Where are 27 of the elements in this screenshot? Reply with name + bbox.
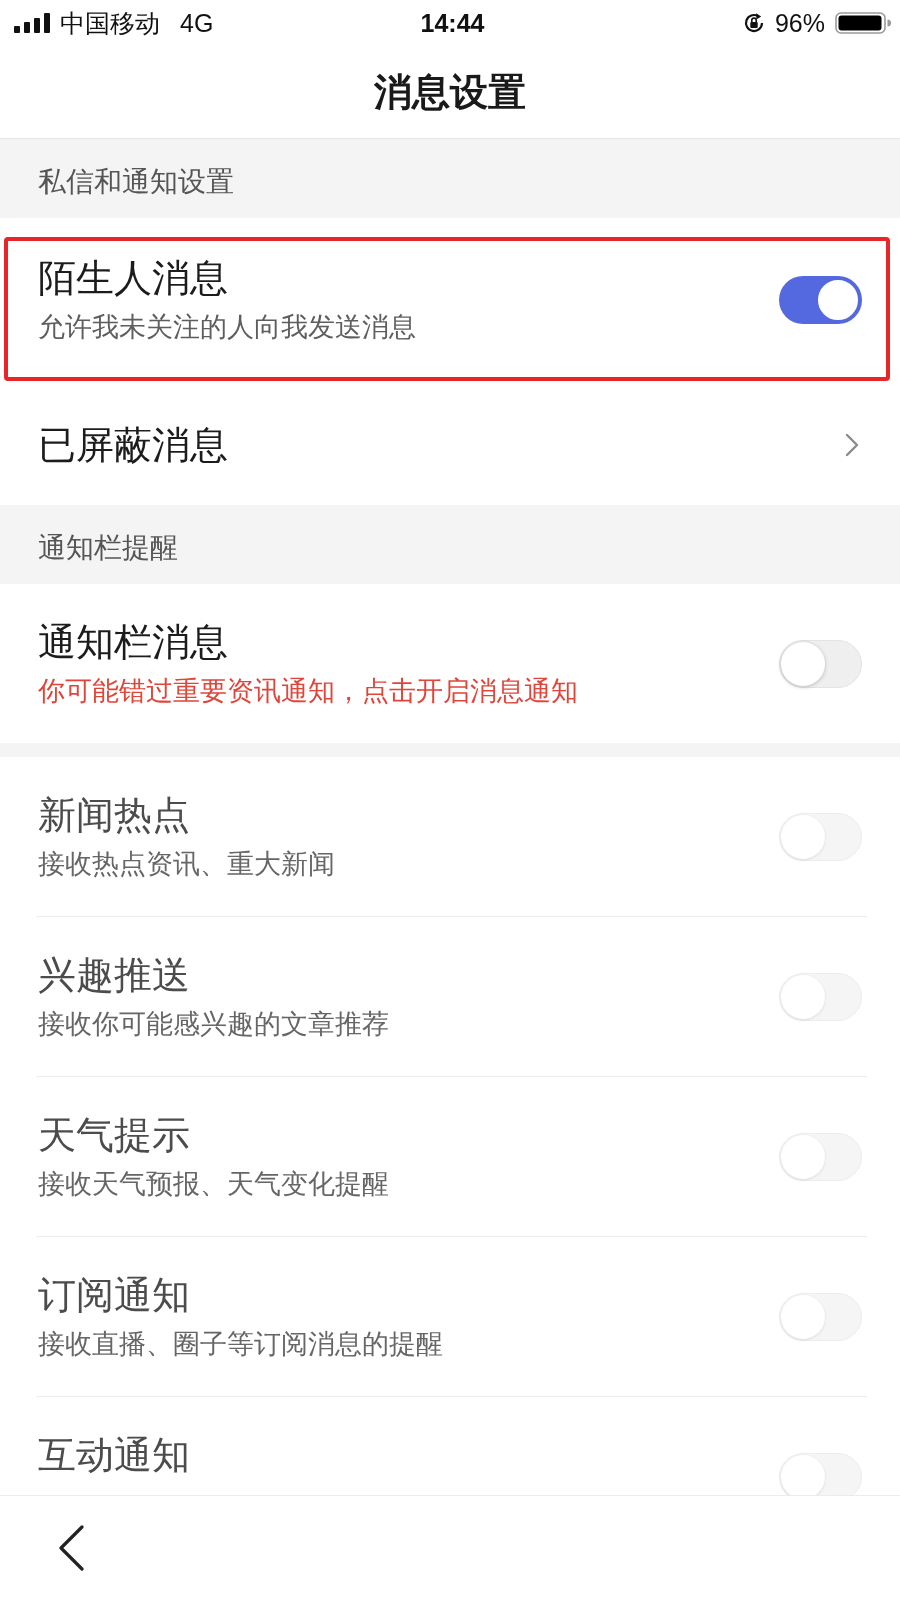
toggle-switch[interactable] — [779, 640, 862, 688]
signal-icon — [14, 13, 50, 33]
section-header: 通知栏提醒 — [0, 505, 900, 584]
battery-percent: 96% — [774, 8, 825, 38]
setting-title: 陌生人消息 — [38, 256, 229, 301]
setting-description: 接收天气预报、天气变化提醒 — [38, 1168, 389, 1201]
battery-icon — [835, 12, 891, 34]
setting-description: 允许我未关注的人向我发送消息 — [38, 311, 416, 344]
setting-title: 互动通知 — [38, 1433, 190, 1478]
back-icon — [58, 1525, 84, 1571]
setting-title: 兴趣推送 — [38, 953, 191, 998]
setting-title: 通知栏消息 — [38, 620, 229, 665]
setting-description: 接收热点资讯、重大新闻 — [38, 848, 335, 881]
setting-title: 天气提示 — [38, 1113, 191, 1158]
section-header: 私信和通知设置 — [0, 139, 900, 218]
page-title: 消息设置 — [374, 70, 526, 115]
status-time: 14:44 — [420, 8, 485, 38]
setting-description: 接收你可能感兴趣的文章推荐 — [38, 1008, 389, 1041]
rotation-lock-icon — [742, 12, 765, 34]
setting-title: 新闻热点 — [38, 793, 191, 838]
toggle-switch[interactable] — [779, 276, 862, 324]
chevron-right-icon — [845, 433, 859, 457]
carrier-name: 中国移动 — [60, 8, 160, 38]
setting-description: 接收直播、圈子等订阅消息的提醒 — [38, 1328, 443, 1361]
setting-title: 订阅通知 — [38, 1273, 191, 1318]
setting-description: 你可能错过重要资讯通知，点击开启消息通知 — [38, 675, 578, 708]
network-type: 4G — [180, 8, 214, 38]
